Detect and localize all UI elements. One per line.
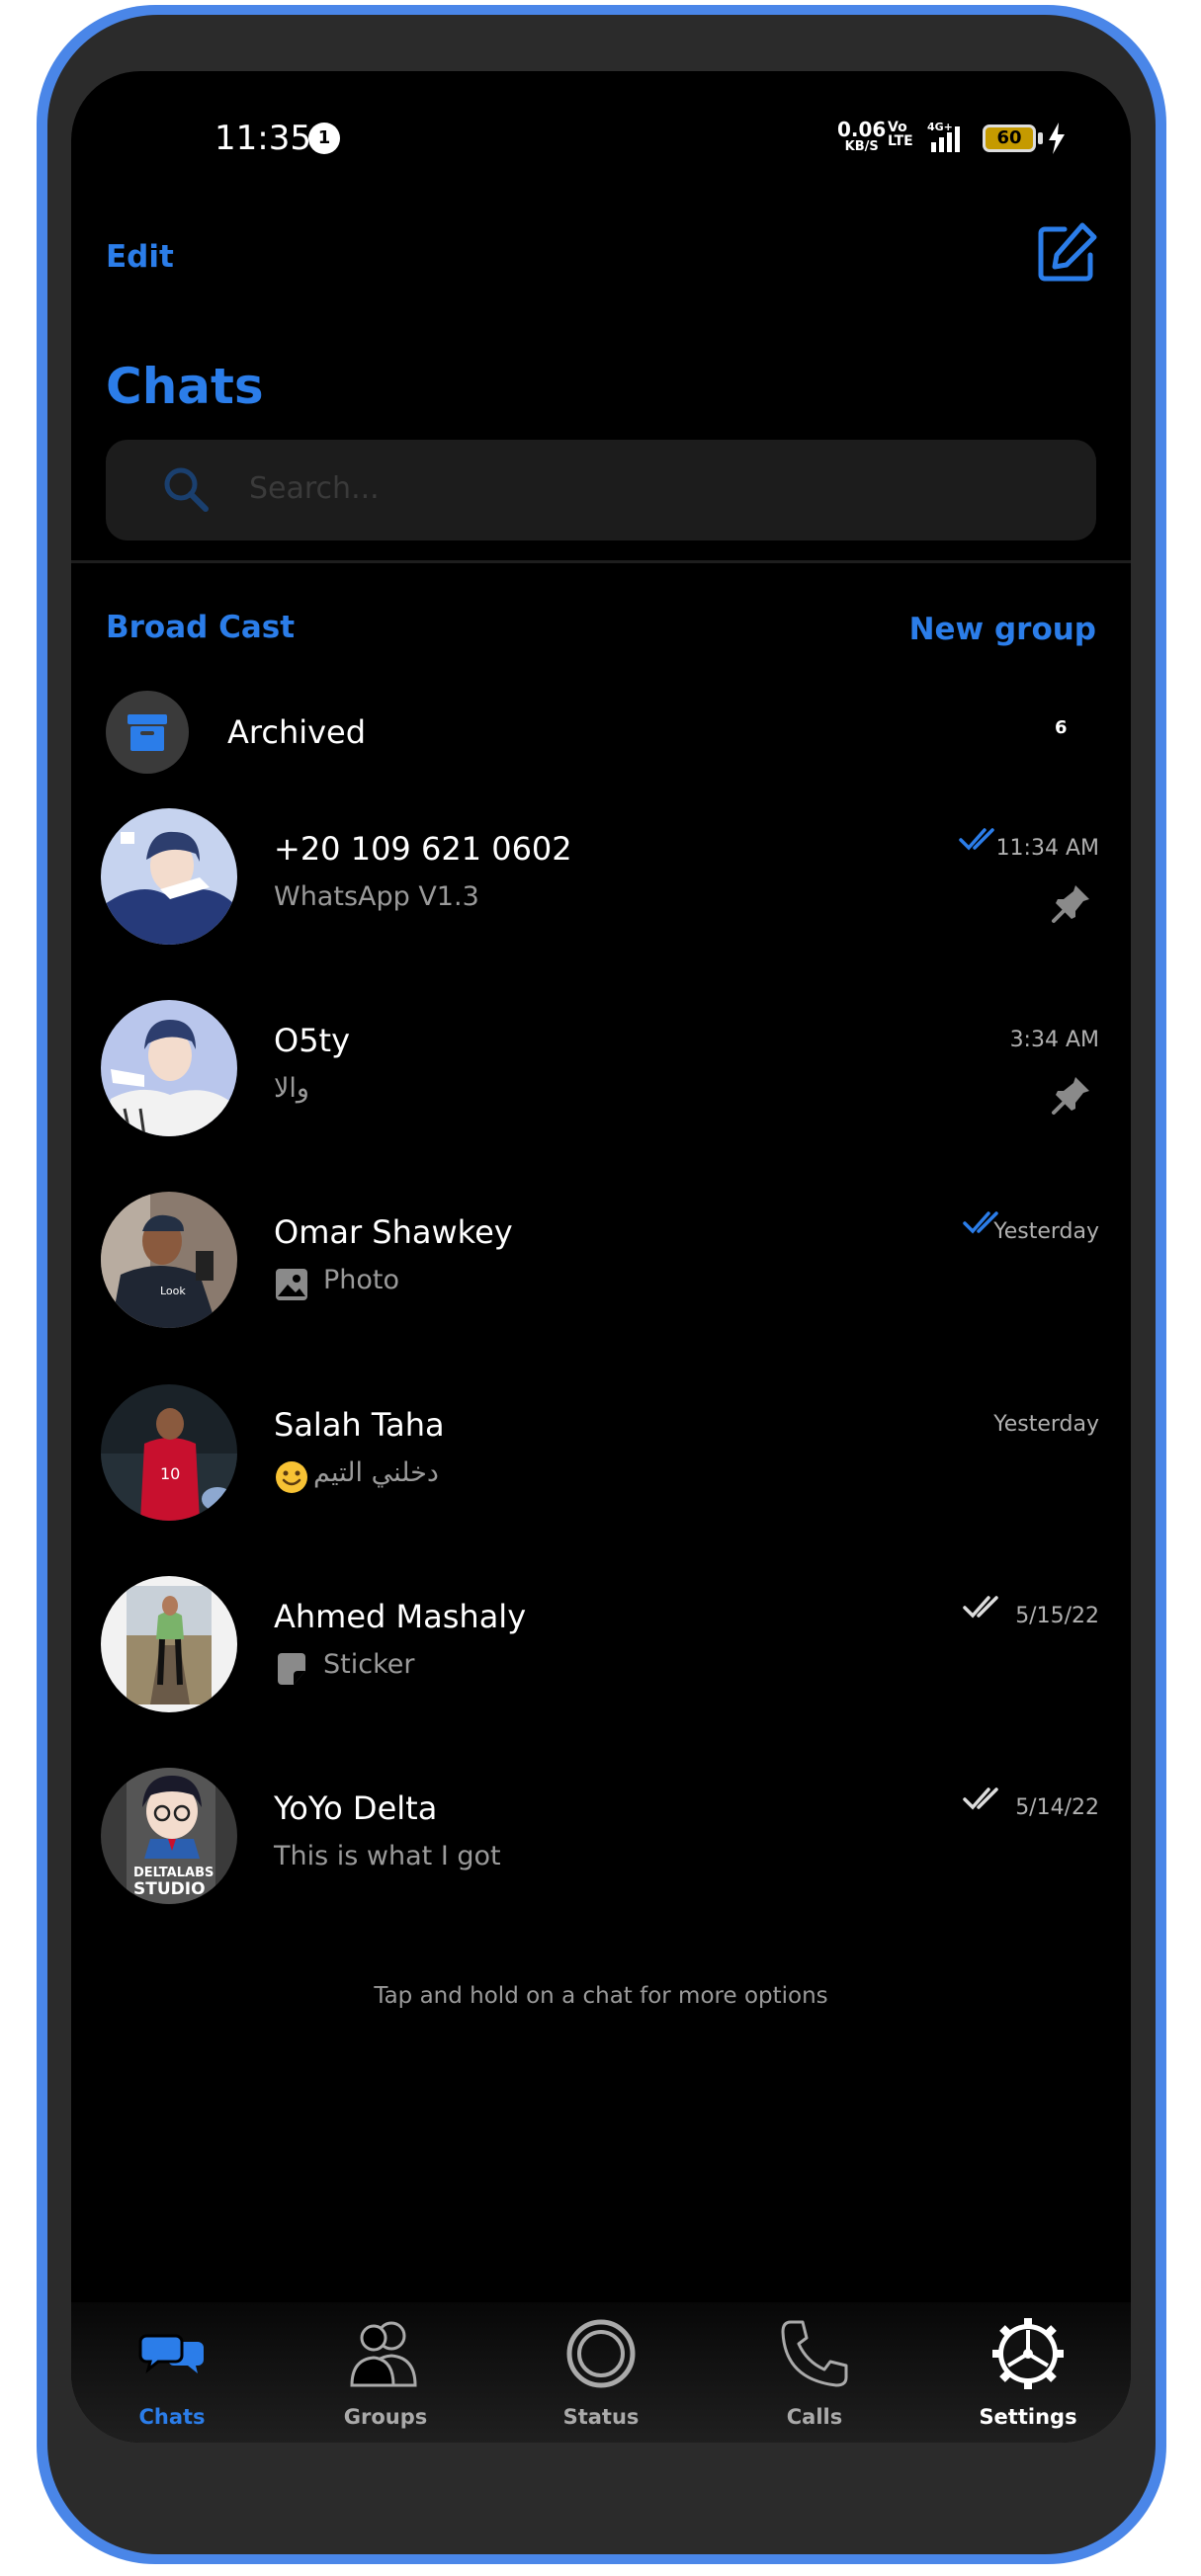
pin-icon <box>1052 885 1089 923</box>
chat-preview: والا <box>274 1073 309 1104</box>
volte-sub-label: LTE <box>888 133 913 149</box>
chat-name: Ahmed Mashaly <box>274 1598 527 1635</box>
chat-preview: WhatsApp V1.3 <box>274 881 479 912</box>
chat-row[interactable]: +20 109 621 0602 WhatsApp V1.3 11:34 AM <box>71 808 1131 1001</box>
edit-button[interactable]: Edit <box>106 239 174 275</box>
search-placeholder: Search... <box>249 471 380 506</box>
settings-icon <box>992 2318 1064 2389</box>
sticker-icon <box>278 1653 305 1685</box>
clock: 11:35 <box>214 119 311 158</box>
smiley-emoji-icon <box>276 1461 307 1493</box>
archive-avatar <box>106 691 189 774</box>
tab-chats[interactable]: Chats <box>73 2314 271 2433</box>
delivered-ticks-icon <box>963 1787 998 1810</box>
groups-icon <box>350 2321 417 2387</box>
chat-preview: Photo <box>323 1265 400 1295</box>
archived-label: Archived <box>227 713 367 751</box>
avatar <box>101 1576 237 1712</box>
read-ticks-icon <box>959 828 994 851</box>
header-divider <box>71 560 1131 563</box>
tab-calls[interactable]: Calls <box>716 2314 913 2433</box>
chat-row[interactable]: 10 Salah Taha دخلني التيم Yesterday <box>71 1384 1131 1577</box>
status-bar: 11:35 1 0.06 KB/S Vo LTE 4G+ 60 <box>71 71 1131 209</box>
charging-bolt-icon <box>1049 123 1065 154</box>
tab-settings[interactable]: Settings <box>929 2314 1127 2433</box>
chat-preview: This is what I got <box>274 1841 501 1871</box>
new-group-button[interactable]: New group <box>909 612 1096 647</box>
avatar <box>101 1000 237 1136</box>
delivered-ticks-icon <box>963 1596 998 1619</box>
tab-label: Settings <box>979 2405 1077 2429</box>
tab-label: Chats <box>138 2405 206 2429</box>
chat-name: YoYo Delta <box>274 1789 438 1827</box>
chat-time: Yesterday <box>993 1412 1099 1437</box>
chat-preview: Sticker <box>323 1649 415 1680</box>
avatar-brand-line2: STUDIO <box>133 1879 206 1899</box>
tab-label: Groups <box>343 2405 428 2429</box>
chat-time: 5/15/22 <box>1015 1604 1099 1628</box>
phone-icon <box>781 2320 848 2387</box>
notification-badge: 1 <box>308 123 340 154</box>
archive-box-icon <box>128 714 167 751</box>
archived-row[interactable]: Archived 6 <box>71 686 1131 781</box>
photo-icon <box>276 1269 307 1300</box>
archived-count: 6 <box>1055 717 1068 738</box>
chat-row[interactable]: O5ty والا 3:34 AM <box>71 1000 1131 1193</box>
screen: 11:35 1 0.06 KB/S Vo LTE 4G+ 60 Edit Cha… <box>71 71 1131 2443</box>
tab-label: Status <box>562 2405 640 2429</box>
chat-bubbles-icon <box>138 2334 204 2373</box>
volte-label: Vo <box>888 120 907 135</box>
chat-time: 3:34 AM <box>1009 1028 1099 1052</box>
chat-time: 5/14/22 <box>1015 1795 1099 1820</box>
chat-time: Yesterday <box>993 1219 1099 1244</box>
tab-groups[interactable]: Groups <box>287 2314 484 2433</box>
battery-level: 60 <box>996 127 1022 148</box>
avatar: DELTALABS STUDIO <box>101 1768 237 1904</box>
chat-name: O5ty <box>274 1022 351 1059</box>
broadcast-button[interactable]: Broad Cast <box>106 610 295 645</box>
status-icon <box>566 2319 636 2388</box>
chat-row[interactable]: DELTALABS STUDIO YoYo Delta This is what… <box>71 1768 1131 1960</box>
tab-label: Calls <box>786 2405 843 2429</box>
chat-name: Salah Taha <box>274 1406 445 1444</box>
avatar-shirt-text: Look <box>160 1285 186 1297</box>
network-speed: 0.06 KB/S <box>837 120 886 156</box>
hint-text: Tap and hold on a chat for more options <box>374 1983 828 2009</box>
chat-name: +20 109 621 0602 <box>274 830 572 868</box>
search-icon <box>164 467 209 512</box>
chat-row[interactable]: Look Omar Shawkey Photo Yesterday <box>71 1192 1131 1384</box>
page-title: Chats <box>106 358 264 415</box>
chat-preview: دخلني التيم <box>313 1457 439 1488</box>
compose-icon[interactable] <box>1035 219 1100 285</box>
avatar-brand-line1: DELTALABS <box>133 1866 214 1880</box>
avatar-shirt-number: 10 <box>160 1464 180 1483</box>
chat-row[interactable]: Ahmed Mashaly Sticker 5/15/22 <box>71 1576 1131 1769</box>
search-input[interactable]: Search... <box>106 440 1096 540</box>
avatar: 10 <box>101 1384 237 1521</box>
pin-icon <box>1052 1077 1089 1115</box>
signal-icon: 4G+ <box>927 121 960 152</box>
battery-icon: 60 <box>983 125 1036 152</box>
battery-tip <box>1038 132 1043 144</box>
chat-name: Omar Shawkey <box>274 1213 513 1251</box>
volte-indicator: Vo LTE <box>888 121 913 148</box>
avatar: Look <box>101 1192 237 1328</box>
tab-bar: Chats Groups Status Calls Settings <box>71 2302 1131 2443</box>
network-type-label: 4G+ <box>927 121 953 133</box>
avatar <box>101 808 237 945</box>
tab-status[interactable]: Status <box>502 2314 700 2433</box>
chat-time: 11:34 AM <box>995 836 1099 861</box>
